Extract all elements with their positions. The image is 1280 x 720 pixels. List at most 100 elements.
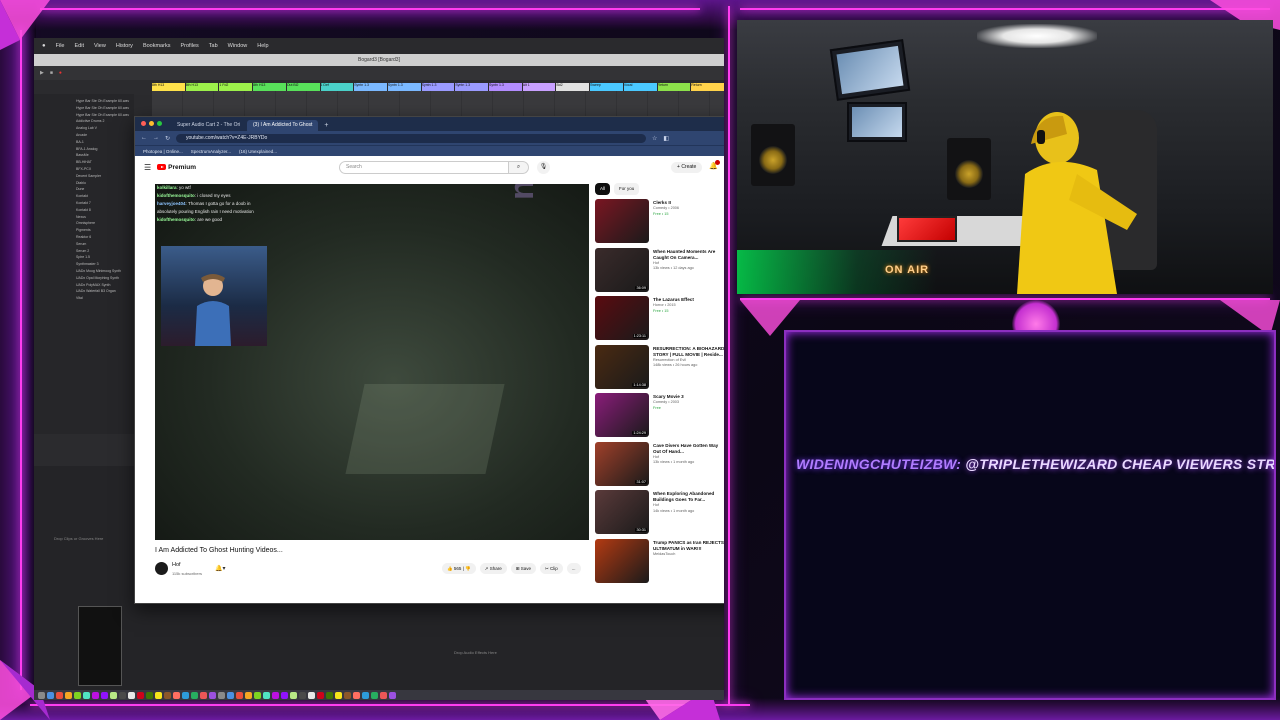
dock-app-icon[interactable] [83, 691, 90, 699]
scene-clip[interactable]: Syntn 1.3 [455, 83, 489, 91]
dock-app-icon[interactable] [101, 691, 108, 699]
recommended-video[interactable]: 1:23:11 The Lazarus Effect Horror • 2015 Fr… [595, 296, 724, 345]
scene-clip[interactable]: Syntn 1.3 [421, 83, 455, 91]
recommended-video[interactable]: 36:09 When Haunted Moments Are Caught On … [595, 247, 724, 297]
recommended-video[interactable]: Trump PANICS as Iran REJECTS ULTIMATUM i… [595, 538, 724, 588]
dock-app-icon[interactable] [299, 691, 306, 699]
dock-app-icon[interactable] [164, 691, 171, 699]
scene-clip[interactable]: Syntn 1.3 [387, 83, 421, 91]
dock-app-icon[interactable] [263, 691, 270, 699]
chip-all[interactable]: All [595, 183, 611, 195]
dock-app-icon[interactable] [173, 691, 180, 699]
browser-tab-active[interactable]: (3) I Am Addicted To Ghost [247, 120, 319, 131]
dock-app-icon[interactable] [290, 691, 297, 699]
browser-list-item[interactable]: Kontakt 7 [70, 200, 134, 207]
dock-app-icon[interactable] [137, 691, 144, 699]
scene-clip[interactable]: 8th H13 [152, 83, 185, 91]
back-icon[interactable]: ← [141, 135, 147, 141]
clip-button[interactable]: ✂ Clip [540, 563, 563, 574]
chip-for-you[interactable]: For you [614, 183, 640, 195]
browser-list-item[interactable]: Reaktor 6 [70, 234, 134, 241]
channel-avatar[interactable] [155, 562, 168, 575]
video-thumbnail[interactable] [595, 538, 649, 583]
browser-tab[interactable]: Super Audio Cart 2 - The Ori [171, 120, 245, 131]
recommended-video[interactable]: Clerks IIComedy • 2006Free • 15⋮ [595, 199, 724, 248]
apple-icon[interactable]: ● [42, 43, 46, 49]
bookmark-item[interactable]: Photopea | Online... [143, 149, 183, 154]
browser-list-item[interactable]: Omnisphere [70, 220, 134, 227]
browser-list-item[interactable]: UADx Opal Morphing Synth [70, 275, 134, 282]
dock-app-icon[interactable] [362, 691, 369, 699]
recommended-video[interactable]: 30:31 When Exploring Abandoned Buildings … [595, 490, 724, 539]
dock-app-icon[interactable] [272, 691, 279, 699]
dock-app-icon[interactable] [191, 691, 198, 699]
clip-preview-box[interactable] [78, 606, 122, 686]
browser-list-item[interactable]: BB-HiHAT [70, 159, 134, 166]
bookmark-item[interactable]: SpectrumAnalyzer... [191, 149, 231, 154]
browser-list-item[interactable]: UADx Moog Minimoog Synth [70, 268, 134, 275]
dock-app-icon[interactable] [245, 691, 252, 699]
subscribe-bell-icon[interactable]: 🔔▾ [215, 565, 225, 572]
share-button[interactable]: ↗ Share [479, 563, 507, 574]
bookmark-item[interactable]: (16) Unexplained... [239, 149, 277, 154]
dock-app-icon[interactable] [353, 691, 360, 699]
dock-app-icon[interactable] [38, 691, 45, 699]
browser-list-item[interactable]: Arcade [70, 132, 134, 139]
dock-app-icon[interactable] [317, 691, 324, 699]
scene-clip[interactable]: 8th H13 [185, 83, 219, 91]
dock-app-icon[interactable] [380, 691, 387, 699]
scene-clip[interactable]: Alt 1 [522, 83, 556, 91]
browser-list-item[interactable]: Kontakt [70, 193, 134, 200]
video-title[interactable]: Cave Divers Have Gotten Way Out Of Hand.… [653, 443, 724, 455]
scene-clip[interactable]: Return [657, 83, 691, 91]
video-thumbnail[interactable]: 1:24:29 [595, 393, 649, 437]
address-bar[interactable]: youtube.com/watch?v=Z4E-JRBYDo [176, 133, 647, 143]
browser-list-item[interactable]: BA-1 [70, 139, 134, 146]
scene-clip[interactable]: Bd2 [556, 83, 590, 91]
youtube-logo[interactable]: Premium [157, 164, 196, 171]
browser-list-item[interactable]: Serum [70, 241, 134, 248]
bookmark-star-icon[interactable]: ☆ [652, 135, 657, 142]
browser-list-item[interactable]: Hype Bar Ste Oh Example 60.wav [70, 98, 134, 105]
video-thumbnail[interactable]: 30:31 [595, 490, 649, 534]
stop-icon[interactable]: ■ [50, 70, 53, 76]
more-actions-button[interactable]: ... [566, 563, 581, 574]
save-button[interactable]: ⊞ Save [510, 563, 536, 574]
menu-file[interactable]: File [56, 43, 65, 49]
play-icon[interactable]: ▶ [40, 70, 44, 76]
dock-app-icon[interactable] [236, 691, 243, 699]
browser-list-item[interactable]: Nexus [70, 214, 134, 221]
scene-clip[interactable]: 8th H13 [253, 83, 286, 91]
scene-clip[interactable]: Vocal [623, 83, 657, 91]
record-icon[interactable]: ● [59, 70, 62, 76]
recommended-video[interactable]: 31:07 Cave Divers Have Gotten Way Out Of … [595, 441, 724, 491]
dock-app-icon[interactable] [389, 691, 396, 699]
browser-list-item[interactable]: UADx PolyMAX Synth [70, 282, 134, 289]
dock-app-icon[interactable] [92, 691, 99, 699]
video-title[interactable]: RESURRECTION: A BIOHAZARD STORY | FULL M… [653, 346, 724, 358]
create-button[interactable]: + Create [671, 162, 703, 173]
browser-list-item[interactable]: BassMe [70, 152, 134, 159]
scene-clip[interactable]: 1 Fd2 [219, 83, 253, 91]
new-tab-icon[interactable]: + [320, 120, 332, 131]
dock-app-icon[interactable] [326, 691, 333, 699]
video-thumbnail[interactable] [595, 199, 649, 243]
video-thumbnail[interactable]: 31:07 [595, 441, 649, 486]
microphone-icon[interactable]: 🎙 [537, 161, 550, 174]
browser-list-item[interactable]: Decent Sampler [70, 173, 134, 180]
video-player[interactable]: kolkillara: yo wtf kidofthemosquito: i cl… [155, 184, 589, 540]
dock-app-icon[interactable] [344, 691, 351, 699]
browser-list-item[interactable]: Spire 1.5 [70, 254, 134, 261]
dock-app-icon[interactable] [110, 691, 117, 699]
scene-clip[interactable]: 1 Def [320, 83, 354, 91]
dock-app-icon[interactable] [254, 691, 261, 699]
menu-bookmarks[interactable]: Bookmarks [143, 43, 171, 49]
browser-list-item[interactable]: Addictive Drums 2 [70, 118, 134, 125]
scene-clip[interactable]: Out Bl2 [286, 83, 320, 91]
minimize-window-icon[interactable] [149, 121, 154, 126]
video-title[interactable]: When Exploring Abandoned Buildings Goes … [653, 491, 724, 503]
dock-app-icon[interactable] [155, 691, 162, 699]
menu-tab[interactable]: Tab [209, 43, 218, 49]
browser-list-item[interactable]: Synthmaster 3 [70, 261, 134, 268]
scene-clip[interactable]: Syntn 1.3 [489, 83, 522, 91]
